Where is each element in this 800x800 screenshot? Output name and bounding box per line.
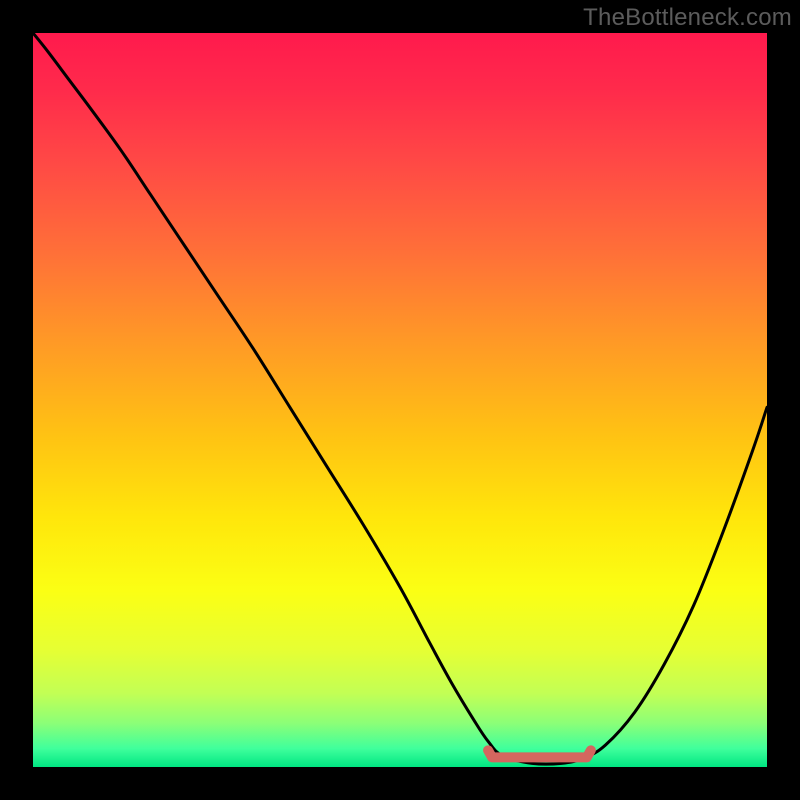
gradient-background <box>33 33 767 767</box>
watermark-text: TheBottleneck.com <box>583 4 792 32</box>
bottleneck-chart <box>33 33 767 767</box>
chart-frame <box>33 33 767 767</box>
